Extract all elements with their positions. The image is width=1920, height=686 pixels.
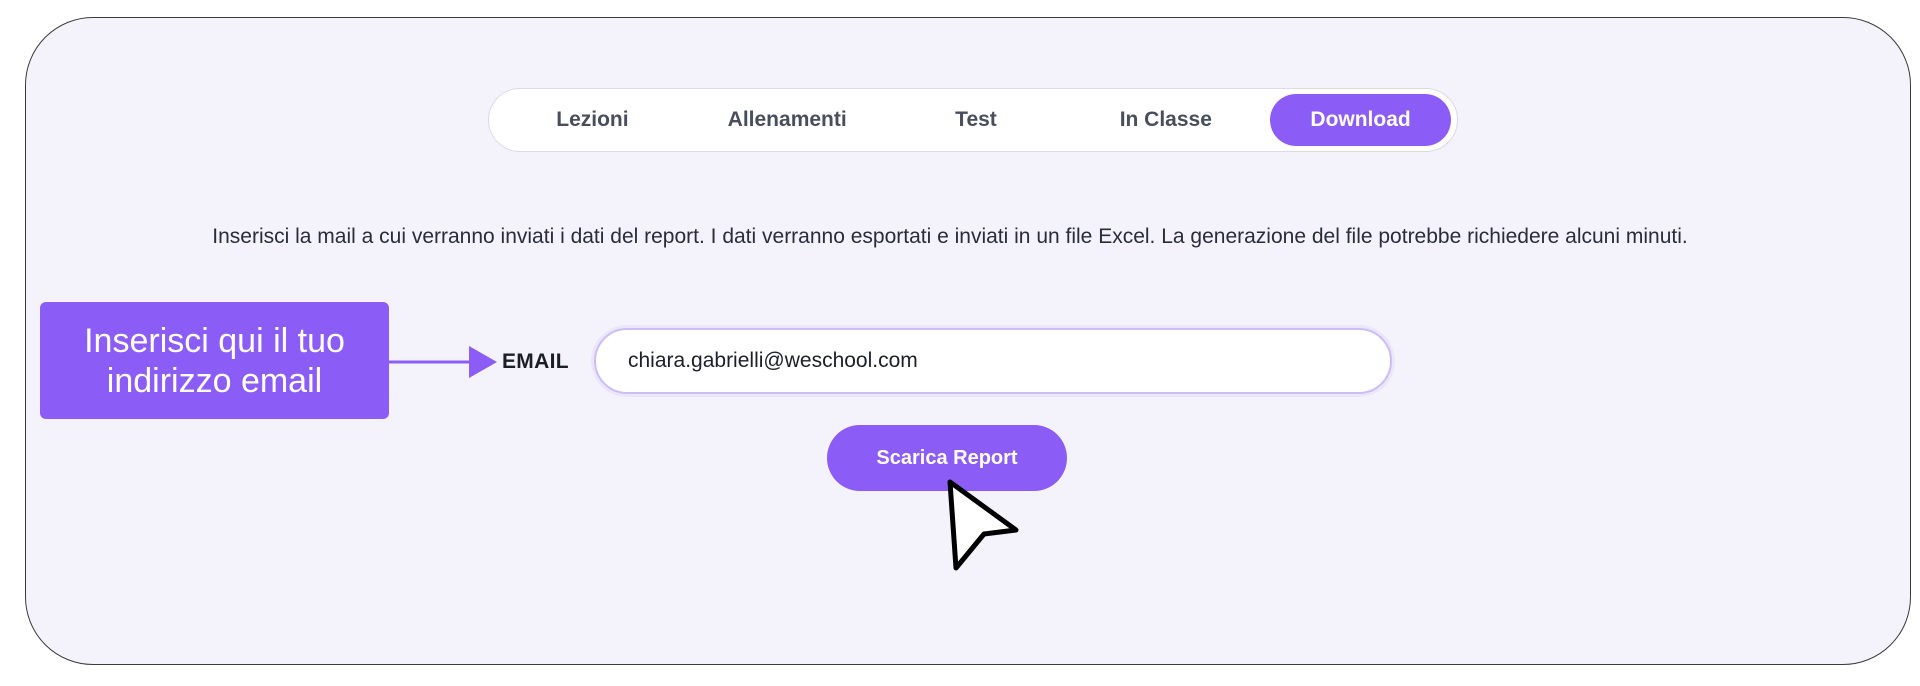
tab-in-classe[interactable]: In Classe (1061, 94, 1270, 146)
mouse-pointer-icon (947, 479, 1019, 571)
tab-bar: Lezioni Allenamenti Test In Classe Downl… (488, 88, 1458, 152)
callout-arrow-icon (389, 346, 497, 378)
email-label: EMAIL (502, 350, 569, 373)
callout-text: Inserisci qui il tuo indirizzo email (84, 321, 345, 400)
tab-test[interactable]: Test (891, 94, 1062, 146)
email-input[interactable] (594, 328, 1392, 394)
tutorial-callout: Inserisci qui il tuo indirizzo email (40, 302, 389, 419)
download-description: Inserisci la mail a cui verranno inviati… (212, 225, 1688, 248)
tab-lezioni[interactable]: Lezioni (501, 94, 684, 146)
tab-download[interactable]: Download (1270, 94, 1451, 146)
tab-allenamenti[interactable]: Allenamenti (684, 94, 891, 146)
